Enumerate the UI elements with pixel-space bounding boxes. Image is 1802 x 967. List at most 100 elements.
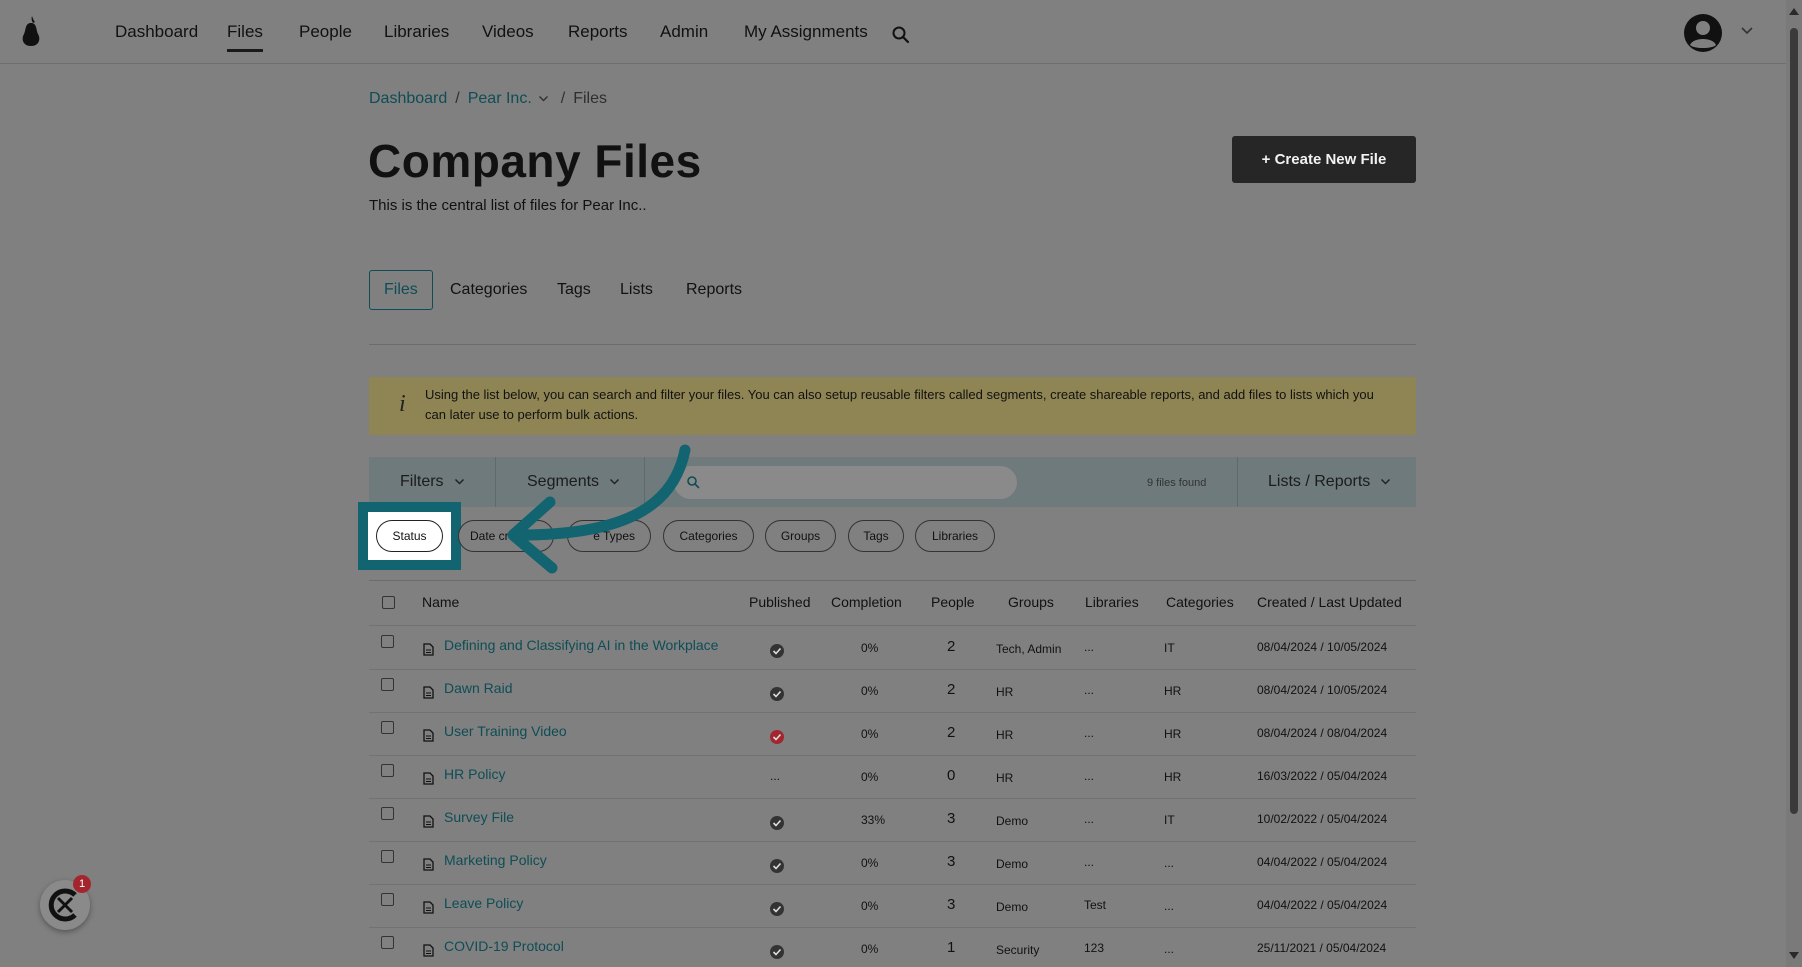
file-name-link[interactable]: Marketing Policy xyxy=(444,852,547,868)
file-name-link[interactable]: HR Policy xyxy=(444,766,505,782)
row-checkbox[interactable] xyxy=(381,849,394,863)
tab-files[interactable]: Files xyxy=(369,270,433,310)
scroll-up-arrow-icon[interactable] xyxy=(1789,8,1799,15)
completion-value: 0% xyxy=(861,769,879,784)
row-checkbox[interactable] xyxy=(381,892,394,906)
completion-value: 0% xyxy=(861,726,879,741)
lists-reports-label: Lists / Reports xyxy=(1268,473,1371,490)
table-divider xyxy=(369,712,1416,713)
published-check-icon xyxy=(770,944,784,959)
file-icon xyxy=(423,943,434,957)
groups-value: Demo xyxy=(996,856,1029,871)
column-header-created-updated[interactable]: Created / Last Updated xyxy=(1257,594,1402,610)
chat-logo-icon xyxy=(48,888,77,922)
nav-my-assignments[interactable]: My Assignments xyxy=(744,22,868,42)
nav-people[interactable]: People xyxy=(299,22,352,42)
filter-pill-status[interactable]: Status xyxy=(376,520,443,552)
published-status: ... xyxy=(770,768,781,783)
groups-value: HR xyxy=(996,770,1014,785)
file-name-link[interactable]: Defining and Classifying AI in the Workp… xyxy=(444,637,718,653)
filter-pill-tags[interactable]: Tags xyxy=(848,520,904,552)
tab-categories[interactable]: Categories xyxy=(450,270,527,310)
people-count: 2 xyxy=(947,723,956,741)
nav-reports[interactable]: Reports xyxy=(568,22,628,42)
column-header-libraries[interactable]: Libraries xyxy=(1085,594,1139,610)
libraries-value: ... xyxy=(1084,639,1095,654)
completion-value: 0% xyxy=(861,683,879,698)
people-count: 2 xyxy=(947,680,956,698)
column-header-published[interactable]: Published xyxy=(749,594,811,610)
column-header-groups[interactable]: Groups xyxy=(1008,594,1054,610)
column-header-name[interactable]: Name xyxy=(422,594,459,610)
file-name-link[interactable]: Dawn Raid xyxy=(444,680,512,696)
libraries-value: 123 xyxy=(1084,940,1105,955)
divider xyxy=(369,344,1416,345)
categories-value: HR xyxy=(1164,683,1182,698)
chevron-down-icon[interactable] xyxy=(1740,26,1754,36)
tab-tags[interactable]: Tags xyxy=(557,270,591,310)
search-icon[interactable] xyxy=(891,25,911,45)
toolbar-separator xyxy=(1237,457,1238,507)
created-updated-dates: 04/04/2022 / 05/04/2024 xyxy=(1257,897,1388,912)
completion-value: 0% xyxy=(861,941,879,956)
categories-value: ... xyxy=(1164,898,1175,913)
create-new-file-button[interactable]: + Create New File xyxy=(1232,136,1416,183)
groups-value: Security xyxy=(996,942,1040,957)
groups-value: Demo xyxy=(996,813,1029,828)
categories-value: ... xyxy=(1164,941,1175,956)
row-checkbox[interactable] xyxy=(381,677,394,691)
filter-pill-libraries[interactable]: Libraries xyxy=(915,520,995,552)
libraries-value: ... xyxy=(1084,725,1095,740)
filters-dropdown[interactable]: Filters xyxy=(400,457,465,507)
lists-reports-dropdown[interactable]: Lists / Reports xyxy=(1268,457,1391,507)
nav-files[interactable]: Files xyxy=(227,22,263,52)
groups-value: Tech, Admin xyxy=(996,641,1062,656)
select-all-checkbox[interactable] xyxy=(382,596,395,609)
row-checkbox[interactable] xyxy=(381,763,394,777)
column-header-completion[interactable]: Completion xyxy=(831,594,902,610)
file-name-link[interactable]: User Training Video xyxy=(444,723,567,739)
table-divider xyxy=(369,669,1416,670)
published-check-icon xyxy=(770,643,784,658)
file-name-link[interactable]: COVID-19 Protocol xyxy=(444,938,564,954)
row-checkbox[interactable] xyxy=(381,806,394,820)
file-icon xyxy=(423,857,434,871)
scroll-thumb[interactable] xyxy=(1790,28,1798,814)
row-checkbox[interactable] xyxy=(381,720,394,734)
scroll-down-arrow-icon[interactable] xyxy=(1789,952,1799,959)
divider xyxy=(369,580,1416,581)
breadcrumb-current: Files xyxy=(573,90,607,107)
people-count: 2 xyxy=(947,637,956,655)
column-header-people[interactable]: People xyxy=(931,594,975,610)
search-input[interactable] xyxy=(674,466,1017,499)
tab-lists[interactable]: Lists xyxy=(620,270,653,310)
created-updated-dates: 08/04/2024 / 10/05/2024 xyxy=(1257,639,1388,654)
page-description: This is the central list of files for Pe… xyxy=(369,197,647,214)
chevron-down-icon[interactable] xyxy=(538,95,549,103)
user-avatar-icon[interactable] xyxy=(1683,13,1723,53)
file-icon xyxy=(423,814,434,828)
nav-videos[interactable]: Videos xyxy=(482,22,534,42)
file-name-link[interactable]: Leave Policy xyxy=(444,895,523,911)
page-scrollbar[interactable] xyxy=(1786,0,1802,967)
row-checkbox[interactable] xyxy=(381,634,394,648)
published-check-icon xyxy=(770,858,784,873)
pear-logo-icon[interactable] xyxy=(18,14,44,48)
table-divider xyxy=(369,755,1416,756)
nav-admin[interactable]: Admin xyxy=(660,22,708,42)
breadcrumb-company[interactable]: Pear Inc. xyxy=(468,90,532,107)
breadcrumb: Dashboard / Pear Inc. / Files xyxy=(369,90,607,107)
file-icon xyxy=(423,642,434,656)
published-check-icon xyxy=(770,815,784,830)
row-checkbox[interactable] xyxy=(381,935,394,949)
column-header-categories[interactable]: Categories xyxy=(1166,594,1234,610)
tab-reports[interactable]: Reports xyxy=(686,270,742,310)
groups-value: HR xyxy=(996,727,1014,742)
completion-value: 0% xyxy=(861,640,879,655)
nav-dashboard[interactable]: Dashboard xyxy=(115,22,198,42)
file-name-link[interactable]: Survey File xyxy=(444,809,514,825)
breadcrumb-dashboard[interactable]: Dashboard xyxy=(369,90,447,107)
nav-libraries[interactable]: Libraries xyxy=(384,22,449,42)
filter-pill-groups[interactable]: Groups xyxy=(765,520,836,552)
libraries-value: ... xyxy=(1084,768,1095,783)
